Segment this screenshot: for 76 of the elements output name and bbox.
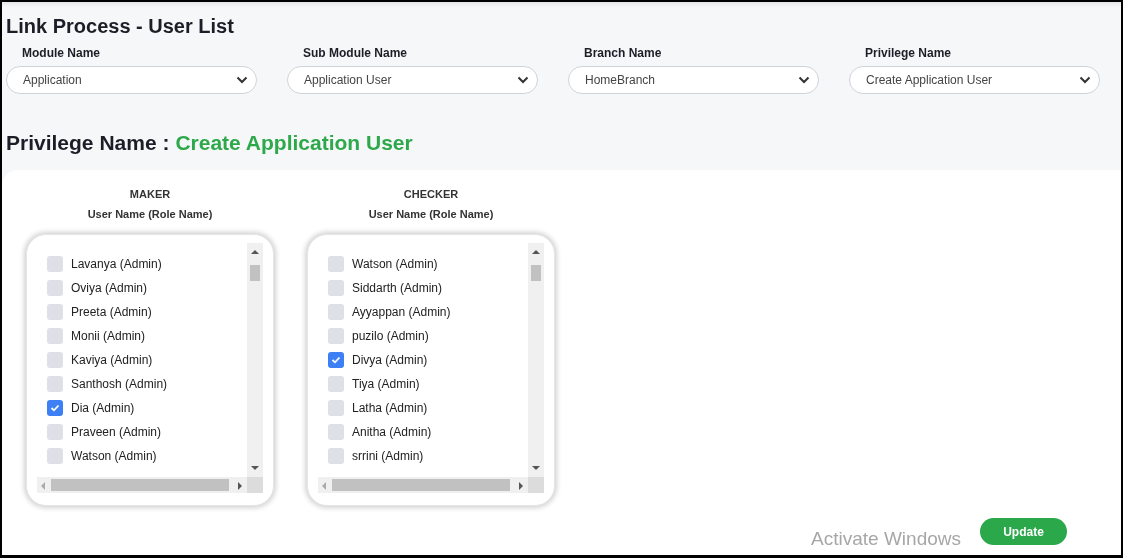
user-name: Tiya (Admin) [352,377,420,391]
user-name: Kaviya (Admin) [71,353,153,367]
dropdown-field[interactable]: Application [6,66,257,94]
role-heading: MAKER [129,187,171,202]
dropdown-field[interactable]: HomeBranch [568,66,819,94]
horizontal-scrollbar[interactable] [37,477,247,493]
checkbox[interactable] [47,448,63,464]
checkbox[interactable] [328,256,344,272]
user-name: Watson (Admin) [71,449,157,463]
scroll-right-icon[interactable] [237,482,243,490]
scroll-down-icon[interactable] [251,465,259,471]
user-name: Dia (Admin) [71,401,135,415]
column-heading: User Name (Role Name) [87,207,213,222]
checkbox[interactable] [328,448,344,464]
field-label: Branch Name [583,46,663,60]
checkbox[interactable] [47,376,63,392]
user-name: Latha (Admin) [352,401,428,415]
chevron-down-icon [236,76,248,84]
dropdown-field[interactable]: Create Application User [849,66,1100,94]
user-name: Watson (Admin) [352,257,438,271]
scrollbar-corner [247,477,263,493]
user-name: Anitha (Admin) [352,425,432,439]
scroll-thumb[interactable] [250,265,260,281]
scroll-thumb[interactable] [332,479,510,491]
page-title: Link Process - User List [6,14,235,38]
checkbox[interactable] [328,352,344,368]
checkbox[interactable] [328,280,344,296]
user-name: Monii (Admin) [71,329,145,343]
checkbox[interactable] [328,424,344,440]
checkbox[interactable] [47,304,63,320]
scroll-thumb[interactable] [51,479,229,491]
column-heading: User Name (Role Name) [368,207,494,222]
user-name: Ayyappan (Admin) [352,305,451,319]
scroll-left-icon[interactable] [321,482,327,490]
user-name: Siddarth (Admin) [352,281,443,295]
checkbox[interactable] [47,424,63,440]
role-heading: CHECKER [403,187,459,202]
checkbox[interactable] [328,328,344,344]
checkbox[interactable] [47,400,63,416]
user-name: Preeta (Admin) [71,305,152,319]
field-label: Module Name [21,46,101,60]
scrollbar[interactable] [247,243,263,477]
dropdown-field[interactable]: Application User [287,66,538,94]
activation-notice: Activate Windows [811,528,961,550]
privilege-value: Create Application User [175,130,413,156]
chevron-down-icon [1079,76,1091,84]
user-name: Divya (Admin) [352,353,428,367]
user-name: Oviya (Admin) [71,281,147,295]
check-icon [331,356,341,364]
checkbox[interactable] [328,304,344,320]
chevron-down-icon [517,76,529,84]
scrollbar[interactable] [528,243,544,477]
checkbox[interactable] [328,376,344,392]
checkbox[interactable] [47,352,63,368]
scroll-left-icon[interactable] [40,482,46,490]
user-name: srrini (Admin) [352,449,424,463]
user-name: puzilo (Admin) [352,329,429,343]
field-label: Sub Module Name [302,46,408,60]
checkbox[interactable] [47,280,63,296]
field-label: Privilege Name [864,46,953,60]
user-name: Praveen (Admin) [71,425,162,439]
checkbox[interactable] [328,400,344,416]
horizontal-scrollbar[interactable] [318,477,528,493]
scroll-up-icon[interactable] [251,249,259,255]
scroll-down-icon[interactable] [532,465,540,471]
privilege-label: Privilege Name : [6,130,170,156]
checkbox[interactable] [47,256,63,272]
scroll-right-icon[interactable] [518,482,524,490]
scroll-thumb[interactable] [531,265,541,281]
user-name: Lavanya (Admin) [71,257,162,271]
check-icon [50,404,60,412]
scroll-up-icon[interactable] [532,249,540,255]
chevron-down-icon [798,76,810,84]
scrollbar-corner [528,477,544,493]
user-name: Santhosh (Admin) [71,377,168,391]
checkbox[interactable] [47,328,63,344]
